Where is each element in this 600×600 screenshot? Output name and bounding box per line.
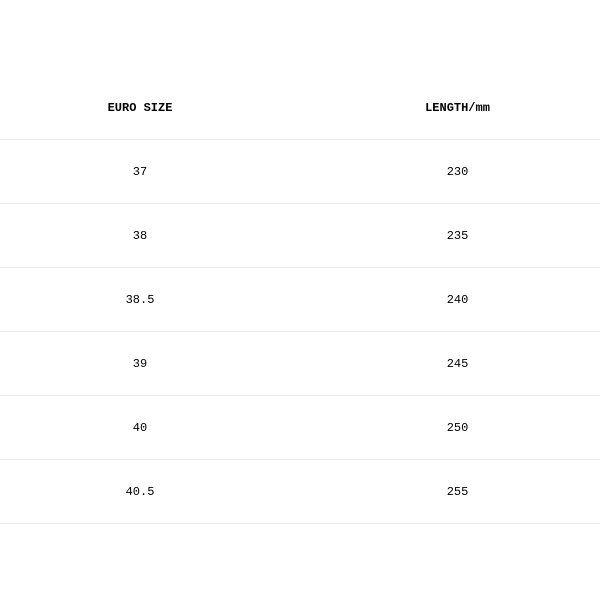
cell-length: 245 [315,357,600,371]
cell-euro-size: 40 [0,421,315,435]
cell-value: 40.5 [50,485,230,499]
cell-value: 250 [447,421,469,435]
header-label: EURO SIZE [50,101,230,115]
cell-value: 38.5 [50,293,230,307]
cell-value: 40 [50,421,230,435]
cell-euro-size: 40.5 [0,485,315,499]
table-row: 40.5 255 [0,460,600,524]
cell-value: 255 [447,485,469,499]
cell-length: 250 [315,421,600,435]
cell-euro-size: 38.5 [0,293,315,307]
cell-euro-size: 39 [0,357,315,371]
table-header-row: EURO SIZE LENGTH/mm [0,76,600,140]
header-length: LENGTH/mm [315,101,600,115]
cell-euro-size: 37 [0,165,315,179]
cell-value: 38 [50,229,230,243]
table-row: 38 235 [0,204,600,268]
cell-length: 235 [315,229,600,243]
header-label: LENGTH/mm [425,101,490,115]
size-table: EURO SIZE LENGTH/mm 37 230 38 235 38.5 2… [0,76,600,524]
table-row: 37 230 [0,140,600,204]
table-row: 40 250 [0,396,600,460]
cell-length: 230 [315,165,600,179]
cell-value: 240 [447,293,469,307]
cell-value: 37 [50,165,230,179]
cell-length: 240 [315,293,600,307]
table-row: 38.5 240 [0,268,600,332]
cell-length: 255 [315,485,600,499]
cell-value: 39 [50,357,230,371]
cell-euro-size: 38 [0,229,315,243]
cell-value: 235 [447,229,469,243]
cell-value: 245 [447,357,469,371]
table-row: 39 245 [0,332,600,396]
header-euro-size: EURO SIZE [0,101,315,115]
cell-value: 230 [447,165,469,179]
